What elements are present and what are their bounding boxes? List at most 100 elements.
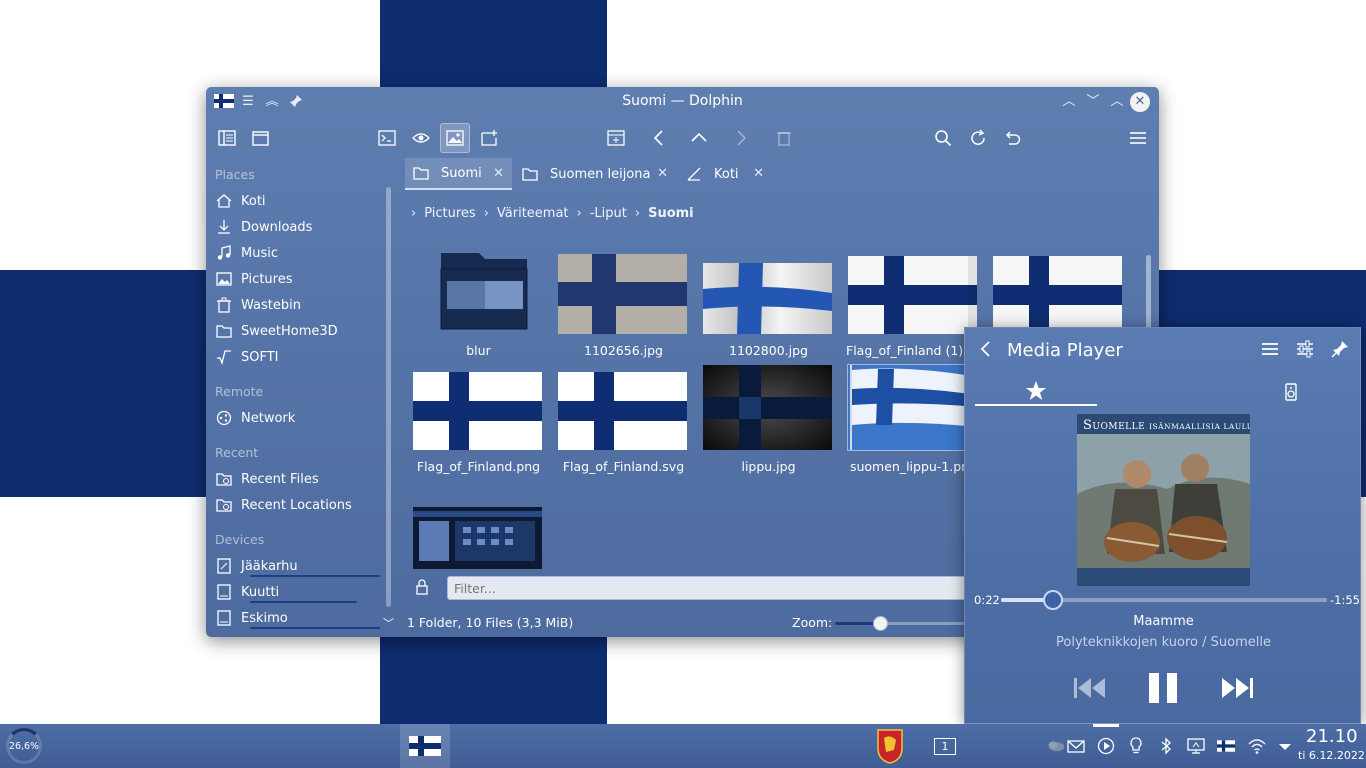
previous-track-button[interactable] — [1070, 668, 1110, 708]
breadcrumb-item[interactable]: Pictures — [424, 206, 475, 221]
hamburger-menu-icon[interactable] — [1123, 123, 1153, 153]
seek-slider-handle[interactable] — [1043, 590, 1064, 610]
maximize-icon[interactable]: ︿ — [1109, 94, 1125, 110]
clock-date[interactable]: ti 6.12.2022 — [1298, 749, 1365, 762]
media-play-icon[interactable] — [1093, 724, 1119, 756]
close-tab-icon[interactable]: ✕ — [493, 166, 504, 181]
speaker-device-icon[interactable] — [1280, 381, 1302, 403]
undo-icon[interactable] — [997, 123, 1027, 153]
settings-sliders-icon[interactable] — [1294, 338, 1316, 360]
sidebar-item-pictures[interactable]: Pictures — [215, 267, 375, 291]
tab-bar: Suomi ✕ Suomen leijona ✕ Koti ✕ — [405, 158, 972, 190]
keyboard-layout-flag-icon[interactable] — [1215, 736, 1237, 756]
lightbulb-icon[interactable] — [1126, 736, 1146, 756]
window-title: Suomi — Dolphin — [622, 93, 743, 109]
display-icon[interactable] — [1186, 736, 1206, 756]
tab-suomi[interactable]: Suomi ✕ — [405, 158, 512, 190]
back-arrow-icon[interactable] — [975, 338, 997, 360]
file-item[interactable]: Flag_of_Finland.svg — [556, 365, 691, 490]
keep-below-icon[interactable]: ︿ — [1061, 94, 1077, 110]
title-bar[interactable]: ☰ ︽ Suomi — Dolphin ︿ ﹀ ︿ ✕ — [206, 87, 1159, 117]
preview-eye-icon[interactable] — [406, 123, 436, 153]
pin-icon[interactable] — [1329, 338, 1351, 360]
close-tab-icon[interactable]: ✕ — [753, 166, 764, 181]
star-icon — [1026, 381, 1046, 400]
sidebar-item-device-jaakarhu[interactable]: Jääkarhu — [215, 554, 380, 578]
cpu-load-value: 26,6% — [8, 740, 40, 752]
sidebar-item-label: Jääkarhu — [241, 558, 298, 574]
chevron-right-icon: › — [634, 205, 641, 221]
lock-icon[interactable] — [415, 579, 431, 595]
trash-icon[interactable] — [769, 123, 799, 153]
cpu-load-widget[interactable]: 26,6% — [4, 728, 44, 764]
seek-slider[interactable] — [1001, 590, 1327, 610]
file-item[interactable]: blur — [411, 237, 546, 362]
forward-icon[interactable] — [726, 123, 756, 153]
breadcrumb-item[interactable]: -Liput — [590, 206, 627, 221]
file-name: Flag_of_Finland.svg — [562, 459, 685, 474]
sidebar-item-sweethome3d[interactable]: SweetHome3D — [215, 319, 375, 343]
breadcrumb-item[interactable]: Väriteemat — [497, 206, 569, 221]
menu-icon[interactable] — [1259, 338, 1281, 360]
tab-label: Koti — [714, 166, 739, 182]
mail-icon[interactable] — [1066, 736, 1086, 756]
chevron-down-icon[interactable]: ﹀ — [383, 615, 394, 631]
file-item[interactable]: lippu.jpg — [701, 365, 836, 490]
weather-icon[interactable] — [1044, 736, 1068, 756]
close-tab-icon[interactable]: ✕ — [657, 166, 668, 181]
sidebar-item-wastebin[interactable]: Wastebin — [215, 293, 375, 317]
reload-icon[interactable] — [963, 123, 993, 153]
file-thumbnail — [993, 256, 1122, 334]
coat-of-arms-icon[interactable] — [876, 728, 904, 764]
zoom-slider-handle[interactable] — [873, 616, 888, 631]
elapsed-time: 0:22 — [974, 593, 1000, 607]
sidebar-item-downloads[interactable]: Downloads — [215, 215, 375, 239]
terminal-icon[interactable] — [372, 123, 402, 153]
sidebar-scrollbar[interactable] — [386, 187, 391, 607]
file-item[interactable]: 1102656.jpg — [556, 237, 691, 362]
sidebar-item-music[interactable]: Music — [215, 241, 375, 265]
file-item[interactable]: Flag_of_Finland.png — [411, 365, 546, 490]
breadcrumb-current[interactable]: Suomi — [648, 206, 694, 221]
sidebar-item-label: Pictures — [241, 271, 293, 287]
show-previews-icon[interactable] — [440, 123, 470, 153]
tab-koti[interactable]: Koti ✕ — [678, 158, 772, 190]
file-item[interactable] — [411, 505, 546, 569]
clock-time[interactable]: 21.10 — [1306, 726, 1358, 747]
sidebar-item-koti[interactable]: Koti — [215, 189, 375, 213]
virtual-desktop-pager[interactable]: 1 — [934, 738, 956, 755]
sidebar-item-device-kuutti[interactable]: Kuutti — [215, 580, 375, 604]
wifi-icon[interactable] — [1247, 736, 1267, 756]
sidebar-item-softi[interactable]: SOFTI — [215, 345, 375, 369]
new-window-icon[interactable] — [246, 123, 276, 153]
bluetooth-icon[interactable] — [1156, 736, 1176, 756]
search-icon[interactable] — [928, 123, 958, 153]
drive-icon — [215, 557, 233, 575]
file-item[interactable]: Flag_of_Finland (1).jpg — [846, 237, 981, 362]
close-button[interactable]: ✕ — [1130, 92, 1150, 112]
new-tab-icon[interactable] — [474, 123, 504, 153]
add-panel-icon[interactable] — [601, 123, 631, 153]
favorite-player-tab[interactable] — [975, 378, 1097, 406]
file-item[interactable]: suomen_lippu-1.png — [846, 364, 981, 490]
zoom-slider[interactable] — [835, 616, 965, 631]
folder-icon — [413, 167, 429, 180]
up-icon[interactable] — [684, 123, 714, 153]
tab-underline — [975, 404, 1097, 406]
track-title: Maamme — [1133, 614, 1194, 629]
sidebar-item-recent-locations[interactable]: Recent Locations — [215, 493, 375, 517]
sidebar-item-network[interactable]: Network — [215, 406, 375, 430]
sidebar-item-recent-files[interactable]: Recent Files — [215, 467, 375, 491]
tray-expand-icon[interactable] — [1275, 736, 1295, 756]
minimize-icon[interactable]: ﹀ — [1085, 94, 1101, 110]
dolphin-task-button[interactable] — [400, 724, 450, 768]
next-track-button[interactable] — [1217, 668, 1257, 708]
chevron-right-icon: › — [576, 205, 582, 221]
split-view-icon[interactable] — [212, 123, 242, 153]
back-icon[interactable] — [644, 123, 674, 153]
album-cover: Suomelle isänmaallisia lauluja — [1077, 414, 1250, 586]
file-item[interactable]: 1102800.jpg — [701, 237, 836, 362]
pause-button[interactable] — [1143, 668, 1183, 708]
tab-label: Suomen leijona — [550, 166, 651, 182]
tab-suomen-leijona[interactable]: Suomen leijona ✕ — [514, 158, 676, 190]
